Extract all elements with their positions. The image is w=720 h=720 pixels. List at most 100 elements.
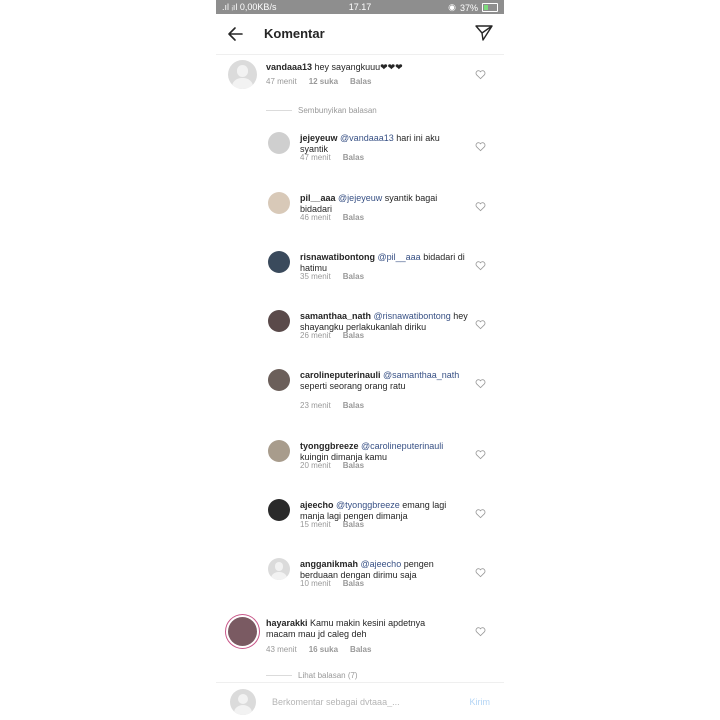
comment-likes[interactable]: 12 suka [309,77,338,86]
avatar[interactable] [268,558,290,580]
reply-mention[interactable]: @risnawatibontong [374,311,451,321]
heart-icon[interactable] [475,69,486,80]
reply-button[interactable]: Balas [343,461,364,470]
reply-username[interactable]: tyonggbreeze [300,441,359,451]
reply-button[interactable]: Balas [343,331,364,340]
view-replies-toggle[interactable]: Lihat balasan (7) [266,671,358,680]
reply-text: tyonggbreeze @carolineputerinauli kuingi… [300,441,468,463]
comment-meta: 43 menit 16 suka Balas [266,645,371,654]
reply-button[interactable]: Balas [343,153,364,162]
divider [266,675,292,676]
comment-likes[interactable]: 16 suka [309,645,338,654]
comment-time: 47 menit [266,77,297,86]
user-avatar [230,689,256,715]
reply-mention[interactable]: @tyonggbreeze [336,500,400,510]
comment-meta: 47 menit 12 suka Balas [266,77,371,86]
reply-time: 35 menit [300,272,331,281]
reply-meta: 26 menit Balas [300,331,364,340]
arrow-left-icon[interactable] [226,24,246,44]
comment-text: hayarakki Kamu makin kesini apdetnya mac… [266,618,451,640]
reply-mention[interactable]: @carolineputerinauli [361,441,443,451]
reply-button[interactable]: Balas [343,213,364,222]
reply-time: 15 menit [300,520,331,529]
reply-meta: 10 menit Balas [300,579,364,588]
reply-item: samanthaa_nath @risnawatibontong hey sha… [216,306,504,354]
phone-screen: .ıl ᵢıl 0,00KB/s 17.17 ◉ 37% Komentar va… [216,0,504,720]
reply-text: angganikmah @ajeecho pengen berduaan den… [300,559,468,581]
reply-text: pil__aaa @jejeyeuw syantik bagai bidadar… [300,193,468,215]
heart-icon[interactable] [475,319,486,330]
heart-icon[interactable] [475,141,486,152]
direct-send-icon[interactable] [474,23,494,43]
comment-text: vandaaa13 hey sayangkuuu❤❤❤ [266,62,466,73]
avatar[interactable] [268,251,290,273]
hide-replies-toggle[interactable]: Sembunyikan balasan [266,106,377,115]
reply-username[interactable]: pil__aaa [300,193,336,203]
reply-text: ajeecho @tyonggbreeze emang lagi manja l… [300,500,468,522]
avatar[interactable] [268,192,290,214]
heart-icon[interactable] [475,449,486,460]
comment-username[interactable]: hayarakki [266,618,308,628]
reply-meta: 35 menit Balas [300,272,364,281]
reply-meta: 20 menit Balas [300,461,364,470]
avatar[interactable] [268,310,290,332]
post-comment-button[interactable]: Kirim [470,697,491,707]
reply-text: jejeyeuw @vandaaa13 hari ini aku syantik [300,133,468,155]
avatar[interactable] [228,617,257,646]
avatar[interactable] [268,499,290,521]
comment-compose-bar: Kirim [216,682,504,720]
heart-icon[interactable] [475,201,486,212]
avatar[interactable] [268,440,290,462]
heart-icon[interactable] [475,378,486,389]
reply-text: samanthaa_nath @risnawatibontong hey sha… [300,311,468,333]
reply-time: 46 menit [300,213,331,222]
heart-icon[interactable] [475,567,486,578]
reply-item: jejeyeuw @vandaaa13 hari ini aku syantik… [216,128,504,176]
reply-time: 10 menit [300,579,331,588]
reply-username[interactable]: samanthaa_nath [300,311,371,321]
reply-mention[interactable]: @samanthaa_nath [383,370,459,380]
reply-username[interactable]: carolineputerinauli [300,370,381,380]
reply-item: risnawatibontong @pil__aaa bidadari di h… [216,247,504,295]
reply-username[interactable]: risnawatibontong [300,252,375,262]
reply-time: 23 menit [300,401,331,410]
reply-time: 20 menit [300,461,331,470]
reply-username[interactable]: angganikmah [300,559,358,569]
comment-input[interactable] [270,693,464,711]
reply-button[interactable]: Balas [343,401,364,410]
comment-time: 43 menit [266,645,297,654]
heart-icon[interactable] [475,626,486,637]
reply-username[interactable]: ajeecho [300,500,334,510]
hide-replies-label: Sembunyikan balasan [298,106,377,115]
header: Komentar [216,14,504,55]
reply-button[interactable]: Balas [350,645,371,654]
reply-time: 47 menit [300,153,331,162]
reply-mention[interactable]: @ajeecho [361,559,402,569]
heart-icon[interactable] [475,260,486,271]
avatar[interactable] [268,369,290,391]
reply-button[interactable]: Balas [350,77,371,86]
reply-mention[interactable]: @jejeyeuw [338,193,382,203]
comment-item: hayarakki Kamu makin kesini apdetnya mac… [216,612,504,660]
reply-meta: 23 menit Balas [300,401,364,410]
battery-icon [482,3,498,12]
reply-meta: 46 menit Balas [300,213,364,222]
avatar[interactable] [228,60,257,89]
reply-button[interactable]: Balas [343,579,364,588]
reply-mention[interactable]: @vandaaa13 [340,133,394,143]
reply-username[interactable]: jejeyeuw [300,133,338,143]
reply-body: seperti seorang orang ratu [300,381,406,391]
page-title: Komentar [264,26,325,41]
battery-percent: 37% [459,2,478,13]
heart-icon[interactable] [475,508,486,519]
comment-body: hey sayangkuuu❤❤❤ [312,62,403,72]
reply-text: risnawatibontong @pil__aaa bidadari di h… [300,252,468,274]
reply-button[interactable]: Balas [343,272,364,281]
reply-item: carolineputerinauli @samanthaa_nath sepe… [216,365,504,413]
avatar[interactable] [268,132,290,154]
reply-meta: 47 menit Balas [300,153,364,162]
reply-mention[interactable]: @pil__aaa [378,252,421,262]
reply-meta: 15 menit Balas [300,520,364,529]
comment-username[interactable]: vandaaa13 [266,62,312,72]
reply-button[interactable]: Balas [343,520,364,529]
